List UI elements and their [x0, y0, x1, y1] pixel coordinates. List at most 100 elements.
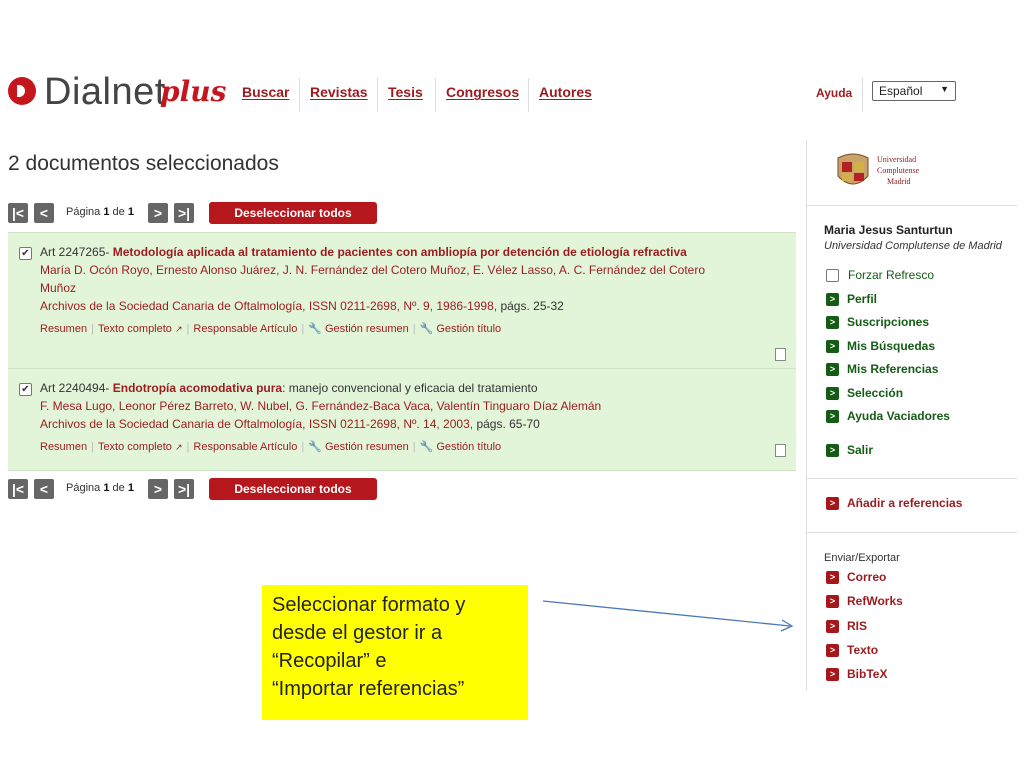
prev-page-icon[interactable]: <: [34, 479, 54, 499]
link-gestion-titulo[interactable]: Gestión título: [436, 441, 501, 453]
annotation-line: desde el gestor ir a: [272, 622, 443, 644]
result-pages: págs. 25-32: [500, 299, 564, 313]
forzar-refresco-checkbox[interactable]: [826, 269, 839, 283]
last-page-icon[interactable]: >|: [174, 203, 194, 223]
first-page-icon[interactable]: |<: [8, 203, 28, 223]
first-page-icon[interactable]: |<: [8, 479, 28, 499]
deselect-all-button[interactable]: Deseleccionar todos: [209, 202, 377, 224]
user-name: Maria Jesus Santurtun: [824, 223, 953, 237]
export-item-label: Correo: [847, 570, 887, 584]
link-responsable[interactable]: Responsable Artículo: [193, 441, 297, 453]
export-correo[interactable]: > Correo: [826, 570, 887, 585]
sidebar-item-mis-busquedas[interactable]: > Mis Búsquedas: [826, 339, 935, 354]
result-checkbox[interactable]: ✔: [19, 383, 32, 396]
result-journal[interactable]: Archivos de la Sociedad Canaria de Oftal…: [40, 299, 497, 313]
result-journal-line: Archivos de la Sociedad Canaria de Oftal…: [40, 297, 706, 315]
pager-prefix: Página: [66, 482, 101, 494]
result-authors[interactable]: F. Mesa Lugo, Leonor Pérez Barreto, W. N…: [40, 397, 706, 415]
sidebar-item-suscripciones[interactable]: > Suscripciones: [826, 315, 929, 330]
wrench-icon: 🔧: [308, 323, 322, 335]
sidebar-item-label: Perfil: [847, 292, 878, 306]
link-resumen[interactable]: Resumen: [40, 441, 87, 453]
sidebar-item-mis-referencias[interactable]: > Mis Referencias: [826, 362, 939, 377]
chevron-right-icon: >: [826, 293, 839, 307]
export-ris[interactable]: > RIS: [826, 619, 867, 634]
annotation-callout: Seleccionar formato y desde el gestor ir…: [262, 585, 528, 720]
pager-total: 1: [127, 482, 134, 494]
next-page-icon[interactable]: >: [148, 203, 168, 223]
chevron-right-icon: >: [826, 571, 839, 585]
language-select[interactable]: Español ▼: [872, 81, 956, 101]
result-title[interactable]: Endotropía acomodativa pura: [113, 381, 282, 395]
pager-of: de: [112, 482, 125, 494]
nav-autores[interactable]: Autores: [528, 78, 602, 112]
link-gestion-resumen[interactable]: Gestión resumen: [325, 323, 409, 335]
chevron-right-icon: >: [826, 316, 839, 330]
result-divider: [8, 368, 796, 369]
link-gestion-titulo[interactable]: Gestión título: [436, 323, 501, 335]
university-logo-line: Complutense: [877, 166, 920, 175]
document-icon[interactable]: [775, 348, 786, 361]
export-section-label: Enviar/Exportar: [824, 552, 900, 564]
university-logo-line: Universidad: [877, 155, 917, 164]
dialnet-logo-text[interactable]: Dialnet: [44, 70, 166, 114]
nav-revistas[interactable]: Revistas: [299, 78, 378, 112]
export-refworks[interactable]: > RefWorks: [826, 594, 903, 609]
chevron-right-icon: >: [826, 497, 839, 511]
results-panel: ✔ Art 2247265- Metodología aplicada al t…: [8, 232, 796, 471]
sidebar-item-label: Forzar Refresco: [848, 268, 935, 282]
deselect-all-button[interactable]: Deseleccionar todos: [209, 478, 377, 500]
export-texto[interactable]: > Texto: [826, 643, 879, 658]
pager-info: Página 1 de 1: [66, 206, 134, 218]
pager-prefix: Página: [66, 206, 101, 218]
result-authors[interactable]: María D. Ocón Royo, Ernesto Alonso Juáre…: [40, 261, 706, 297]
result-art-id: Art 2247265-: [40, 245, 110, 259]
link-responsable[interactable]: Responsable Artículo: [193, 323, 297, 335]
sidebar-item-ayuda-vaciadores[interactable]: > Ayuda Vaciadores: [826, 409, 950, 424]
sidebar-item-label: Mis Referencias: [847, 362, 939, 376]
result-journal-line: Archivos de la Sociedad Canaria de Oftal…: [40, 415, 706, 433]
sidebar-divider: [807, 478, 1017, 479]
link-texto-completo[interactable]: Texto completo: [98, 323, 172, 335]
last-page-icon[interactable]: >|: [174, 479, 194, 499]
document-icon[interactable]: [775, 444, 786, 457]
sidebar-item-label: Ayuda Vaciadores: [847, 409, 950, 423]
dropdown-arrow-icon: ▼: [940, 84, 949, 94]
dialnet-logo-mark[interactable]: [8, 77, 36, 105]
chevron-right-icon: >: [826, 620, 839, 634]
export-item-label: RefWorks: [847, 594, 903, 608]
pager-page: 1: [103, 482, 110, 494]
wrench-icon: 🔧: [308, 441, 322, 453]
external-link-icon: ↗: [174, 324, 183, 334]
result-checkbox[interactable]: ✔: [19, 247, 32, 260]
chevron-right-icon: >: [826, 387, 839, 401]
export-bibtex[interactable]: > BibTeX: [826, 667, 888, 682]
export-item-label: Texto: [847, 643, 879, 657]
result-art-id: Art 2240494-: [40, 381, 110, 395]
sidebar-item-forzar-refresco[interactable]: Forzar Refresco: [826, 268, 935, 283]
sidebar-item-perfil[interactable]: > Perfil: [826, 292, 878, 307]
annotation-line: Seleccionar formato y: [272, 594, 466, 616]
help-link[interactable]: Ayuda: [806, 78, 864, 112]
pager-info: Página 1 de 1: [66, 482, 134, 494]
add-references-button[interactable]: > Añadir a referencias: [826, 496, 962, 511]
link-resumen[interactable]: Resumen: [40, 323, 87, 335]
result-subtitle: : manejo convencional y eficacia del tra…: [282, 381, 538, 395]
result-title[interactable]: Metodología aplicada al tratamiento de p…: [113, 245, 687, 259]
sidebar-item-seleccion[interactable]: > Selección: [826, 386, 903, 401]
page-title: 2 documentos seleccionados: [8, 152, 279, 175]
link-texto-completo[interactable]: Texto completo: [98, 441, 172, 453]
link-gestion-resumen[interactable]: Gestión resumen: [325, 441, 409, 453]
result-journal[interactable]: Archivos de la Sociedad Canaria de Oftal…: [40, 417, 473, 431]
sidebar-item-salir[interactable]: > Salir: [826, 443, 873, 458]
nav-tesis[interactable]: Tesis: [377, 78, 433, 112]
nav-congresos[interactable]: Congresos: [435, 78, 529, 112]
wrench-icon: 🔧: [419, 441, 434, 453]
sidebar-border: [806, 140, 807, 690]
prev-page-icon[interactable]: <: [34, 203, 54, 223]
next-page-icon[interactable]: >: [148, 479, 168, 499]
result-pages: págs. 65-70: [476, 417, 540, 431]
export-item-label: BibTeX: [847, 667, 888, 681]
nav-buscar[interactable]: Buscar: [232, 78, 299, 112]
external-link-icon: ↗: [174, 442, 183, 452]
